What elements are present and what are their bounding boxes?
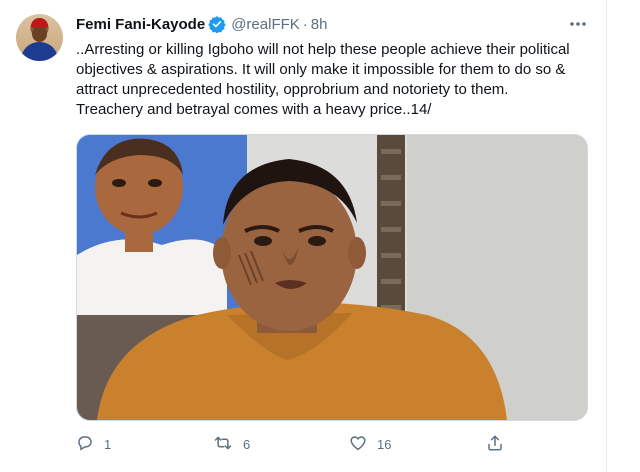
tweet-text: ..Arresting or killing Igboho will not h… [76,40,596,120]
share-icon [486,434,504,455]
tweet-text-line: Treachery and betrayal comes with a heav… [76,101,432,118]
tweet-text-line: attract unprecedented hostility, opprobr… [76,81,509,98]
photo-illustration [77,135,587,420]
retweet-button[interactable]: 6 [213,432,250,456]
tweet-text-line: objectives & aspirations. It will only m… [76,61,566,78]
reply-button[interactable]: 1 [76,432,111,456]
like-button[interactable]: 16 [349,432,391,456]
like-count: 16 [377,436,392,452]
header-separator: · [302,15,308,33]
avatar-cap [31,18,48,28]
reply-count: 1 [104,436,112,452]
verified-badge-icon [208,15,226,33]
author-avatar[interactable] [16,14,63,61]
tweet-timestamp[interactable]: 8h [311,16,328,33]
tweet-header: Femi Fani-Kayode @realFFK · 8h [76,14,576,34]
tweet-actions: 1 6 16 [76,432,526,456]
heart-icon [349,434,367,455]
more-horizontal-icon[interactable] [566,14,590,34]
author-name[interactable]: Femi Fani-Kayode [76,16,205,33]
retweet-count: 6 [243,436,251,452]
tweet-card: Femi Fani-Kayode @realFFK · 8h ..Arresti… [0,0,607,472]
retweet-icon [213,434,233,455]
tweet-text-line: ..Arresting or killing Igboho will not h… [76,41,570,58]
avatar-face [32,26,47,42]
share-button[interactable] [486,432,504,456]
author-handle[interactable]: @realFFK [231,16,300,33]
avatar-robe [21,42,58,61]
tweet-photo[interactable] [76,134,588,421]
reply-icon [76,434,94,455]
